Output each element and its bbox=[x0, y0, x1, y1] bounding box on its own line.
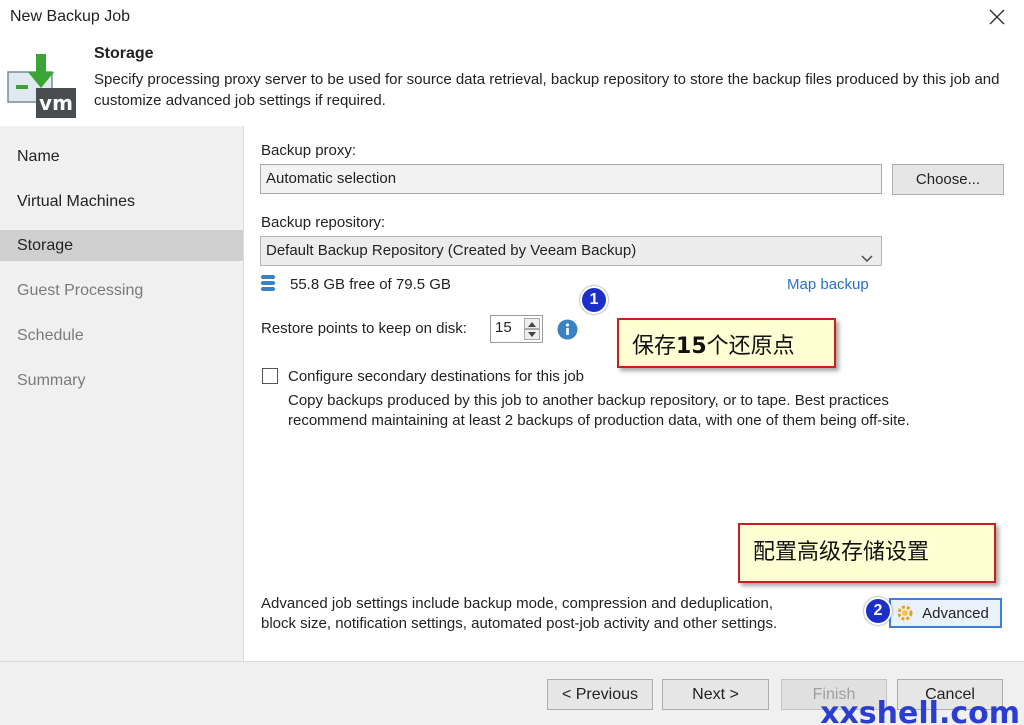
page-description: Specify processing proxy server to be us… bbox=[94, 71, 1000, 109]
backup-repository-value: Default Backup Repository (Created by Ve… bbox=[266, 242, 637, 259]
callout-1-number: 15 bbox=[676, 334, 707, 359]
info-icon[interactable] bbox=[557, 319, 578, 344]
database-icon bbox=[261, 274, 275, 298]
secondary-destinations-label: Configure secondary destinations for thi… bbox=[288, 368, 585, 385]
sidebar-item-schedule[interactable]: Schedule bbox=[0, 320, 243, 351]
wizard-steps-sidebar: Name Virtual Machines Storage Guest Proc… bbox=[0, 126, 244, 661]
secondary-description-line-1: Copy backups produced by this job to ano… bbox=[288, 392, 889, 409]
restore-points-value: 15 bbox=[495, 319, 512, 336]
spin-up-icon[interactable] bbox=[524, 318, 540, 329]
close-icon[interactable] bbox=[986, 6, 1008, 28]
backup-proxy-field[interactable]: Automatic selection bbox=[260, 164, 882, 194]
callout-1-prefix: 保存 bbox=[632, 334, 677, 359]
sidebar-item-guest-processing[interactable]: Guest Processing bbox=[0, 275, 243, 306]
repository-free-space: 55.8 GB free of 79.5 GB bbox=[290, 276, 451, 293]
restore-points-label: Restore points to keep on disk: bbox=[261, 320, 467, 337]
map-backup-link[interactable]: Map backup bbox=[787, 276, 869, 293]
spin-down-icon[interactable] bbox=[524, 329, 540, 340]
advanced-description-line-2: block size, notification settings, autom… bbox=[261, 615, 778, 632]
advanced-description-line-1: Advanced job settings include backup mod… bbox=[261, 595, 773, 612]
chevron-down-icon bbox=[861, 246, 873, 262]
sidebar-item-name[interactable]: Name bbox=[0, 141, 243, 172]
secondary-description-line-2: recommend maintaining at least 2 backups… bbox=[288, 412, 910, 429]
backup-repository-select[interactable]: Default Backup Repository (Created by Ve… bbox=[260, 236, 882, 266]
wizard-header: vm Storage Specify processing proxy serv… bbox=[0, 36, 1024, 126]
step-marker-2: 2 bbox=[864, 597, 892, 625]
sidebar-item-storage[interactable]: Storage bbox=[0, 230, 243, 261]
secondary-destinations-checkbox[interactable] bbox=[262, 368, 278, 384]
logo-text: vm bbox=[39, 91, 73, 115]
callout-advanced-storage: 配置高级存储设置 bbox=[738, 523, 996, 583]
page-title: Storage bbox=[94, 45, 154, 62]
restore-points-stepper[interactable]: 15 bbox=[490, 315, 543, 343]
advanced-button-label: Advanced bbox=[922, 605, 989, 622]
title-bar: New Backup Job bbox=[0, 0, 1024, 36]
backup-proxy-label: Backup proxy: bbox=[261, 142, 357, 159]
veeam-vm-backup-icon: vm bbox=[6, 48, 78, 120]
callout-1-suffix: 个还原点 bbox=[706, 334, 795, 359]
next-button[interactable]: Next > bbox=[662, 679, 769, 710]
previous-button[interactable]: < Previous bbox=[547, 679, 653, 710]
sidebar-item-virtual-machines[interactable]: Virtual Machines bbox=[0, 186, 243, 217]
gear-icon bbox=[896, 604, 914, 632]
choose-proxy-button[interactable]: Choose... bbox=[892, 164, 1004, 195]
callout-restore-points: 保存15个还原点 bbox=[617, 318, 836, 368]
backup-repository-label: Backup repository: bbox=[261, 214, 386, 231]
window-title: New Backup Job bbox=[10, 8, 131, 25]
watermark-text: xxshell.com bbox=[820, 696, 1020, 725]
advanced-button[interactable]: Advanced bbox=[889, 598, 1002, 628]
sidebar-item-summary[interactable]: Summary bbox=[0, 365, 243, 396]
step-marker-1: 1 bbox=[580, 286, 608, 314]
